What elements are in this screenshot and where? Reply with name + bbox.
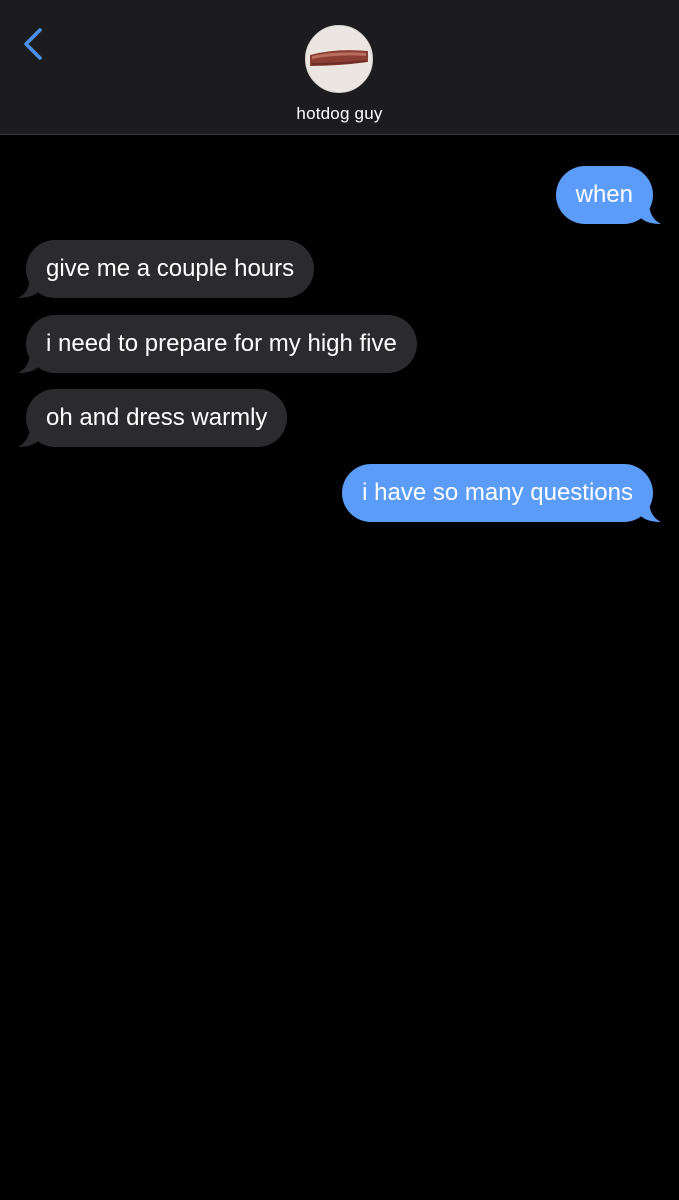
- conversation-header: hotdog guy: [0, 0, 679, 135]
- bubble-tail: [18, 351, 40, 373]
- bubble-tail: [18, 425, 40, 447]
- message-thread[interactable]: when give me a couple hours i need to pr…: [0, 136, 679, 1200]
- message-bubble-received[interactable]: oh and dress warmly: [18, 389, 288, 447]
- bubble-tail: [639, 202, 661, 224]
- message-bubble-received[interactable]: i need to prepare for my high five: [18, 315, 417, 373]
- bubble-tail: [18, 276, 40, 298]
- message-text: when: [575, 181, 633, 208]
- chevron-left-icon: [24, 28, 42, 60]
- message-text: i have so many questions: [362, 479, 633, 506]
- hotdog-photo: [306, 26, 371, 91]
- bubble-tail: [639, 500, 661, 522]
- contact-name[interactable]: hotdog guy: [0, 104, 679, 124]
- back-button[interactable]: [14, 24, 54, 68]
- message-bubble-sent[interactable]: i have so many questions: [342, 464, 661, 522]
- message-bubble-received[interactable]: give me a couple hours: [18, 240, 315, 298]
- contact-avatar[interactable]: [305, 25, 373, 93]
- message-text: oh and dress warmly: [46, 404, 268, 431]
- message-bubble-sent[interactable]: when: [555, 166, 661, 224]
- message-text: i need to prepare for my high five: [46, 330, 397, 357]
- message-text: give me a couple hours: [46, 255, 295, 282]
